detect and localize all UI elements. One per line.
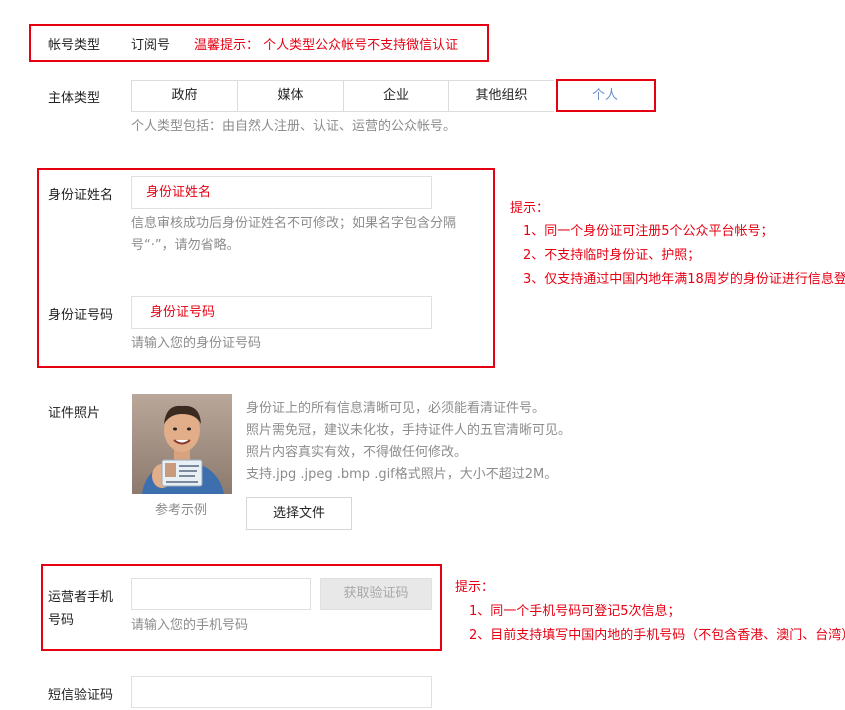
- entity-option-media[interactable]: 媒体: [237, 80, 344, 112]
- entity-option-other-org[interactable]: 其他组织: [448, 80, 555, 112]
- id-tip-3: 3、仅支持通过中国内地年满18周岁的身份证进行信息登记: [523, 272, 845, 287]
- phone-hint: 请输入您的手机号码: [131, 618, 249, 633]
- id-number-hint: 请输入您的身份证号码: [131, 336, 262, 351]
- id-photo-label: 证件照片: [48, 406, 101, 421]
- reference-photo: [132, 394, 232, 494]
- id-name-label: 身份证姓名: [48, 188, 114, 203]
- id-number-input[interactable]: 身份证号码: [131, 296, 432, 329]
- phone-label-line1: 运营者手机: [48, 590, 114, 605]
- sms-code-input[interactable]: [131, 676, 432, 708]
- person-holding-id-image: [132, 394, 232, 494]
- entity-type-label: 主体类型: [48, 91, 101, 106]
- id-name-hint-line1: 信息审核成功后身份证姓名不可修改；如果名字包含分隔: [131, 216, 457, 231]
- id-tip-1: 1、同一个身份证可注册5个公众平台帐号；: [523, 224, 774, 239]
- phone-tip-1: 1、同一个手机号码可登记5次信息；: [469, 604, 681, 619]
- get-code-button[interactable]: 获取验证码: [320, 578, 432, 610]
- id-name-hint-line2: 号“·”，请勿省略。: [131, 238, 240, 253]
- entity-option-enterprise[interactable]: 企业: [343, 80, 449, 112]
- account-type-value: 订阅号: [131, 38, 171, 53]
- id-name-input[interactable]: 身份证姓名: [131, 176, 432, 209]
- entity-selected-highlight: [556, 79, 656, 112]
- photo-requirement-4: 支持.jpg .jpeg .bmp .gif格式照片，大小不超过2M。: [246, 467, 558, 482]
- entity-option-government[interactable]: 政府: [131, 80, 238, 112]
- photo-requirement-2: 照片需免冠，建议未化妆，手持证件人的五官清晰可见。: [246, 423, 572, 438]
- account-type-label: 帐号类型: [48, 38, 101, 53]
- id-tips-title: 提示：: [510, 201, 550, 216]
- phone-label-line2: 号码: [48, 613, 75, 628]
- phone-input[interactable]: [131, 578, 311, 610]
- phone-tip-2: 2、目前支持填写中国内地的手机号码（不包含香港、澳门、台湾）: [469, 628, 845, 643]
- photo-requirement-3: 照片内容真实有效，不得做任何修改。: [246, 445, 468, 460]
- entity-type-hint: 个人类型包括：由自然人注册、认证、运营的公众帐号。: [131, 119, 457, 134]
- reference-photo-caption: 参考示例: [155, 503, 208, 518]
- id-tip-2: 2、不支持临时身份证、护照；: [523, 248, 701, 263]
- phone-tips-title: 提示：: [455, 580, 495, 595]
- id-number-label: 身份证号码: [48, 308, 114, 323]
- sms-code-label: 短信验证码: [48, 688, 114, 703]
- account-type-warning: 温馨提示： 个人类型公众帐号不支持微信认证: [194, 38, 459, 53]
- photo-requirement-1: 身份证上的所有信息清晰可见，必须能看清证件号。: [246, 401, 546, 416]
- choose-file-button[interactable]: 选择文件: [246, 497, 352, 530]
